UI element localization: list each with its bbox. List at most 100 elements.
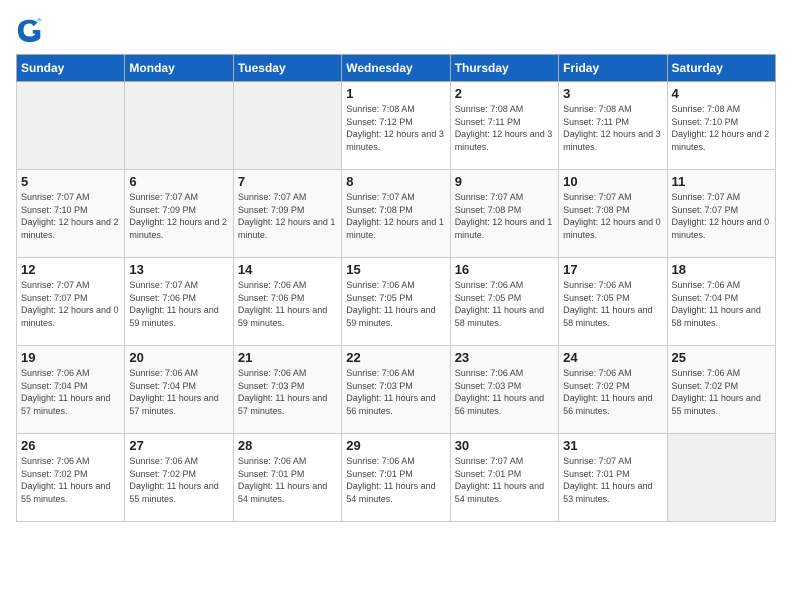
calendar-cell: 26 Sunrise: 7:06 AM Sunset: 7:02 PM Dayli… <box>17 434 125 522</box>
day-info: Sunrise: 7:07 AM Sunset: 7:09 PM Dayligh… <box>129 191 228 241</box>
day-number: 19 <box>21 350 120 365</box>
calendar-cell: 9 Sunrise: 7:07 AM Sunset: 7:08 PM Daylig… <box>450 170 558 258</box>
calendar-cell: 25 Sunrise: 7:06 AM Sunset: 7:02 PM Dayli… <box>667 346 775 434</box>
day-info: Sunrise: 7:06 AM Sunset: 7:02 PM Dayligh… <box>129 455 228 505</box>
day-info: Sunrise: 7:06 AM Sunset: 7:05 PM Dayligh… <box>563 279 662 329</box>
calendar-cell: 10 Sunrise: 7:07 AM Sunset: 7:08 PM Dayli… <box>559 170 667 258</box>
calendar-table: SundayMondayTuesdayWednesdayThursdayFrid… <box>16 54 776 522</box>
day-number: 22 <box>346 350 445 365</box>
day-info: Sunrise: 7:06 AM Sunset: 7:02 PM Dayligh… <box>21 455 120 505</box>
day-number: 27 <box>129 438 228 453</box>
day-number: 29 <box>346 438 445 453</box>
calendar-cell <box>667 434 775 522</box>
day-info: Sunrise: 7:08 AM Sunset: 7:11 PM Dayligh… <box>563 103 662 153</box>
calendar-cell: 20 Sunrise: 7:06 AM Sunset: 7:04 PM Dayli… <box>125 346 233 434</box>
day-number: 15 <box>346 262 445 277</box>
day-info: Sunrise: 7:07 AM Sunset: 7:07 PM Dayligh… <box>21 279 120 329</box>
weekday-header-saturday: Saturday <box>667 55 775 82</box>
calendar-cell <box>233 82 341 170</box>
weekday-header-monday: Monday <box>125 55 233 82</box>
calendar-cell: 27 Sunrise: 7:06 AM Sunset: 7:02 PM Dayli… <box>125 434 233 522</box>
day-info: Sunrise: 7:06 AM Sunset: 7:04 PM Dayligh… <box>21 367 120 417</box>
day-info: Sunrise: 7:06 AM Sunset: 7:05 PM Dayligh… <box>455 279 554 329</box>
day-number: 5 <box>21 174 120 189</box>
day-info: Sunrise: 7:06 AM Sunset: 7:05 PM Dayligh… <box>346 279 445 329</box>
day-number: 23 <box>455 350 554 365</box>
weekday-header-sunday: Sunday <box>17 55 125 82</box>
calendar-cell: 4 Sunrise: 7:08 AM Sunset: 7:10 PM Daylig… <box>667 82 775 170</box>
calendar-cell: 2 Sunrise: 7:08 AM Sunset: 7:11 PM Daylig… <box>450 82 558 170</box>
day-number: 1 <box>346 86 445 101</box>
calendar-cell: 22 Sunrise: 7:06 AM Sunset: 7:03 PM Dayli… <box>342 346 450 434</box>
calendar-cell: 28 Sunrise: 7:06 AM Sunset: 7:01 PM Dayli… <box>233 434 341 522</box>
day-info: Sunrise: 7:07 AM Sunset: 7:08 PM Dayligh… <box>346 191 445 241</box>
calendar-cell: 14 Sunrise: 7:06 AM Sunset: 7:06 PM Dayli… <box>233 258 341 346</box>
day-info: Sunrise: 7:07 AM Sunset: 7:06 PM Dayligh… <box>129 279 228 329</box>
day-info: Sunrise: 7:06 AM Sunset: 7:03 PM Dayligh… <box>238 367 337 417</box>
weekday-header-friday: Friday <box>559 55 667 82</box>
day-number: 14 <box>238 262 337 277</box>
calendar-cell: 17 Sunrise: 7:06 AM Sunset: 7:05 PM Dayli… <box>559 258 667 346</box>
calendar-cell: 23Sunrise: 7:06 AM Sunset: 7:03 PM Dayli… <box>450 346 558 434</box>
calendar-cell: 12 Sunrise: 7:07 AM Sunset: 7:07 PM Dayli… <box>17 258 125 346</box>
day-info: Sunrise: 7:06 AM Sunset: 7:04 PM Dayligh… <box>672 279 771 329</box>
day-number: 25 <box>672 350 771 365</box>
day-info: Sunrise: 7:07 AM Sunset: 7:01 PM Dayligh… <box>455 455 554 505</box>
day-info: Sunrise: 7:06 AM Sunset: 7:04 PM Dayligh… <box>129 367 228 417</box>
day-info: Sunrise: 7:07 AM Sunset: 7:09 PM Dayligh… <box>238 191 337 241</box>
day-info: Sunrise: 7:07 AM Sunset: 7:10 PM Dayligh… <box>21 191 120 241</box>
calendar-cell: 6Sunrise: 7:07 AM Sunset: 7:09 PM Daylig… <box>125 170 233 258</box>
day-info: Sunrise: 7:08 AM Sunset: 7:10 PM Dayligh… <box>672 103 771 153</box>
day-number: 13 <box>129 262 228 277</box>
day-info: Sunrise: 7:08 AM Sunset: 7:12 PM Dayligh… <box>346 103 445 153</box>
day-number: 21 <box>238 350 337 365</box>
calendar-cell: 15 Sunrise: 7:06 AM Sunset: 7:05 PM Dayli… <box>342 258 450 346</box>
logo <box>16 16 46 44</box>
day-number: 31 <box>563 438 662 453</box>
day-number: 24 <box>563 350 662 365</box>
day-number: 12 <box>21 262 120 277</box>
weekday-header-tuesday: Tuesday <box>233 55 341 82</box>
day-number: 30 <box>455 438 554 453</box>
calendar-cell: 3 Sunrise: 7:08 AM Sunset: 7:11 PM Daylig… <box>559 82 667 170</box>
calendar-cell: 31 Sunrise: 7:07 AM Sunset: 7:01 PM Dayli… <box>559 434 667 522</box>
day-info: Sunrise: 7:06 AM Sunset: 7:02 PM Dayligh… <box>672 367 771 417</box>
calendar-cell: 5 Sunrise: 7:07 AM Sunset: 7:10 PM Daylig… <box>17 170 125 258</box>
calendar-cell: 1 Sunrise: 7:08 AM Sunset: 7:12 PM Daylig… <box>342 82 450 170</box>
header <box>16 16 776 44</box>
calendar-cell: 11Sunrise: 7:07 AM Sunset: 7:07 PM Dayli… <box>667 170 775 258</box>
day-number: 17 <box>563 262 662 277</box>
day-info: Sunrise: 7:08 AM Sunset: 7:11 PM Dayligh… <box>455 103 554 153</box>
day-number: 18 <box>672 262 771 277</box>
calendar-cell: 30 Sunrise: 7:07 AM Sunset: 7:01 PM Dayli… <box>450 434 558 522</box>
day-number: 7 <box>238 174 337 189</box>
day-info: Sunrise: 7:06 AM Sunset: 7:01 PM Dayligh… <box>238 455 337 505</box>
calendar-cell: 18 Sunrise: 7:06 AM Sunset: 7:04 PM Dayli… <box>667 258 775 346</box>
day-number: 26 <box>21 438 120 453</box>
day-info: Sunrise: 7:06 AM Sunset: 7:01 PM Dayligh… <box>346 455 445 505</box>
day-number: 10 <box>563 174 662 189</box>
day-number: 28 <box>238 438 337 453</box>
day-number: 2 <box>455 86 554 101</box>
day-info: Sunrise: 7:07 AM Sunset: 7:01 PM Dayligh… <box>563 455 662 505</box>
calendar-cell: 21 Sunrise: 7:06 AM Sunset: 7:03 PM Dayli… <box>233 346 341 434</box>
weekday-header-wednesday: Wednesday <box>342 55 450 82</box>
day-info: Sunrise: 7:07 AM Sunset: 7:08 PM Dayligh… <box>455 191 554 241</box>
logo-icon <box>16 16 44 44</box>
weekday-header-thursday: Thursday <box>450 55 558 82</box>
calendar-cell: 16Sunrise: 7:06 AM Sunset: 7:05 PM Dayli… <box>450 258 558 346</box>
day-number: 8 <box>346 174 445 189</box>
calendar-cell: 8 Sunrise: 7:07 AM Sunset: 7:08 PM Daylig… <box>342 170 450 258</box>
day-info: Sunrise: 7:06 AM Sunset: 7:06 PM Dayligh… <box>238 279 337 329</box>
day-number: 20 <box>129 350 228 365</box>
day-number: 3 <box>563 86 662 101</box>
day-info: Sunrise: 7:06 AM Sunset: 7:03 PM Dayligh… <box>346 367 445 417</box>
day-number: 4 <box>672 86 771 101</box>
day-info: Sunrise: 7:06 AM Sunset: 7:02 PM Dayligh… <box>563 367 662 417</box>
calendar-cell: 7 Sunrise: 7:07 AM Sunset: 7:09 PM Daylig… <box>233 170 341 258</box>
day-info: Sunrise: 7:07 AM Sunset: 7:08 PM Dayligh… <box>563 191 662 241</box>
day-info: Sunrise: 7:07 AM Sunset: 7:07 PM Dayligh… <box>672 191 771 241</box>
day-number: 9 <box>455 174 554 189</box>
calendar-cell: 19 Sunrise: 7:06 AM Sunset: 7:04 PM Dayli… <box>17 346 125 434</box>
calendar-cell <box>17 82 125 170</box>
